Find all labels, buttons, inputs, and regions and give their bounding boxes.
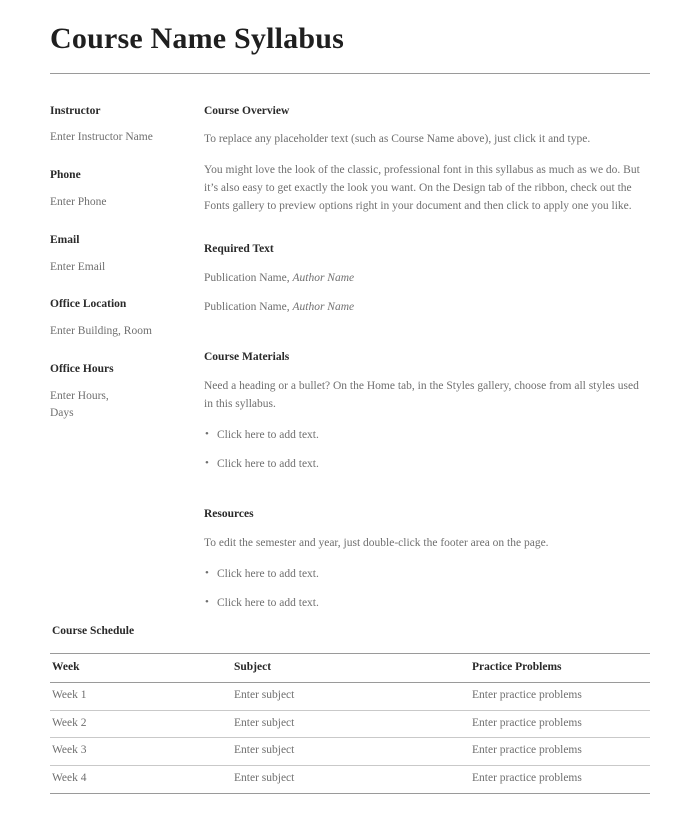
cell-practice-problems[interactable]: Enter practice problems xyxy=(470,765,650,794)
table-body: Week 1 Enter subject Enter practice prob… xyxy=(50,682,650,794)
sidebar-label-phone: Phone xyxy=(50,169,81,182)
cell-subject[interactable]: Enter subject xyxy=(232,765,470,794)
cell-subject[interactable]: Enter subject xyxy=(232,710,470,739)
cell-week[interactable]: Week 2 xyxy=(50,710,232,739)
course-schedule-section: Course Schedule Week Subject Practice Pr… xyxy=(50,624,650,794)
author-name: Author Name xyxy=(292,271,355,284)
column-header-practice-problems: Practice Problems xyxy=(470,652,650,684)
list-item[interactable]: Click here to add text. xyxy=(204,565,650,583)
syllabus-page: Course Name Syllabus Instructor Enter In… xyxy=(0,0,700,832)
cell-practice-problems[interactable]: Enter practice problems xyxy=(470,682,650,711)
cell-practice-problems[interactable]: Enter practice problems xyxy=(470,737,650,766)
table-header-row: Week Subject Practice Problems xyxy=(50,652,650,684)
title-divider xyxy=(50,72,650,74)
main-content-column: Course Overview To replace any placehold… xyxy=(202,104,650,632)
sidebar-label-office-hours: Office Hours xyxy=(50,362,114,375)
publication-name: Publication Name, xyxy=(204,271,290,284)
sidebar-value-office-hours[interactable]: Enter Hours, Days xyxy=(50,388,202,421)
sidebar-value-phone[interactable]: Enter Phone xyxy=(50,194,202,211)
table-row: Week 4 Enter subject Enter practice prob… xyxy=(50,765,650,794)
table-row: Week 1 Enter subject Enter practice prob… xyxy=(50,682,650,711)
heading-resources: Resources xyxy=(204,508,254,521)
resources-paragraph[interactable]: To edit the semester and year, just doub… xyxy=(204,535,650,553)
section-course-overview: Course Overview To replace any placehold… xyxy=(204,104,650,216)
spacer-required-materials xyxy=(204,335,650,350)
resources-bullet-list: Click here to add text. Click here to ad… xyxy=(204,565,650,613)
heading-course-overview: Course Overview xyxy=(204,104,290,117)
section-resources: Resources To edit the semester and year,… xyxy=(204,507,650,612)
sidebar-block-office-hours: Office Hours Enter Hours, Days xyxy=(50,362,202,421)
cell-subject[interactable]: Enter subject xyxy=(232,737,470,766)
list-item[interactable]: Click here to add text. xyxy=(204,455,650,473)
sidebar-block-office-location: Office Location Enter Building, Room xyxy=(50,297,202,340)
list-item[interactable]: Click here to add text. xyxy=(204,426,650,444)
sidebar-label-instructor: Instructor xyxy=(50,104,101,117)
cell-week[interactable]: Week 3 xyxy=(50,737,232,766)
sidebar-value-office-location[interactable]: Enter Building, Room xyxy=(50,323,202,340)
list-item[interactable]: Click here to add text. xyxy=(204,594,650,612)
cell-week[interactable]: Week 4 xyxy=(50,765,232,794)
required-text-entry[interactable]: Publication Name, Author Name xyxy=(204,299,650,316)
table-row: Week 3 Enter subject Enter practice prob… xyxy=(50,737,650,766)
column-header-subject: Subject xyxy=(232,652,470,684)
heading-course-materials: Course Materials xyxy=(204,351,290,364)
spacer-overview-required xyxy=(204,235,650,242)
heading-required-text: Required Text xyxy=(204,242,274,255)
course-overview-paragraph-1[interactable]: To replace any placeholder text (such as… xyxy=(204,131,650,149)
table-header: Week Subject Practice Problems xyxy=(50,652,650,684)
spacer-materials-resources xyxy=(204,492,650,507)
heading-course-schedule: Course Schedule xyxy=(52,625,135,637)
sidebar-value-instructor[interactable]: Enter Instructor Name xyxy=(50,129,202,146)
course-overview-paragraph-2[interactable]: You might love the look of the classic, … xyxy=(204,162,650,215)
sidebar-label-email: Email xyxy=(50,233,80,246)
author-name: Author Name xyxy=(292,300,355,313)
column-header-week: Week xyxy=(50,652,232,684)
sidebar-block-phone: Phone Enter Phone xyxy=(50,168,202,211)
sidebar-block-instructor: Instructor Enter Instructor Name xyxy=(50,104,202,147)
cell-subject[interactable]: Enter subject xyxy=(232,682,470,711)
page-title[interactable]: Course Name Syllabus xyxy=(50,0,650,57)
publication-name: Publication Name, xyxy=(204,300,290,313)
course-materials-paragraph[interactable]: Need a heading or a bullet? On the Home … xyxy=(204,378,650,414)
cell-practice-problems[interactable]: Enter practice problems xyxy=(470,710,650,739)
course-materials-bullet-list: Click here to add text. Click here to ad… xyxy=(204,426,650,474)
section-required-text: Required Text Publication Name, Author N… xyxy=(204,242,650,316)
cell-week[interactable]: Week 1 xyxy=(50,682,232,711)
section-course-materials: Course Materials Need a heading or a bul… xyxy=(204,350,650,473)
course-schedule-table: Week Subject Practice Problems Week 1 En… xyxy=(50,652,650,794)
sidebar-value-email[interactable]: Enter Email xyxy=(50,259,202,276)
instructor-info-column: Instructor Enter Instructor Name Phone E… xyxy=(50,104,202,444)
sidebar-label-office-location: Office Location xyxy=(50,298,127,311)
sidebar-block-email: Email Enter Email xyxy=(50,233,202,276)
body-columns: Instructor Enter Instructor Name Phone E… xyxy=(50,104,650,632)
table-row: Week 2 Enter subject Enter practice prob… xyxy=(50,710,650,739)
required-text-entry[interactable]: Publication Name, Author Name xyxy=(204,270,650,287)
